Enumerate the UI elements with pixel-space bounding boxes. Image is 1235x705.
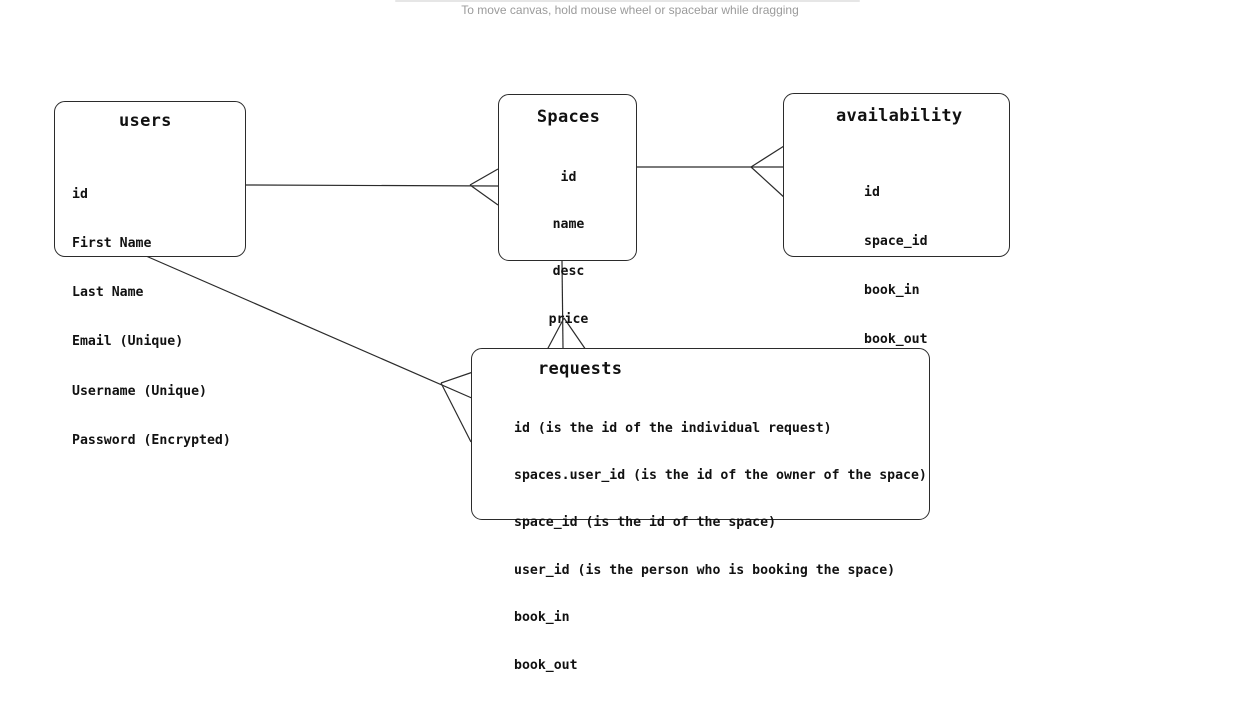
field-row: Password (Encrypted) <box>72 432 231 448</box>
rel-users-spaces <box>245 168 499 206</box>
field-row: book_in <box>864 283 920 299</box>
field-row: name <box>552 216 585 232</box>
field-row: Last Name <box>72 285 144 301</box>
field-row: space_id <box>864 234 928 250</box>
field-row: id (is the id of the individual request) <box>514 420 832 436</box>
field-row: First Name <box>72 236 152 252</box>
field-row: id <box>864 184 880 200</box>
entity-fields: id (is the id of the individual request)… <box>514 389 927 705</box>
field-row: book_in <box>514 610 570 626</box>
entity-users[interactable]: users id First Name Last Name Email (Uni… <box>54 101 246 448</box>
field-row: price <box>548 311 589 327</box>
entity-availability[interactable]: availability id space_id book_in book_ou… <box>783 93 1010 347</box>
entity-title: requests <box>538 359 623 379</box>
field-row: book_out <box>864 332 928 348</box>
field-row: user_id (is the person who is booking th… <box>514 562 896 578</box>
field-row: Username (Unique) <box>72 383 207 399</box>
entity-requests[interactable]: requests id (is the id of the individual… <box>471 348 930 673</box>
entity-title: availability <box>836 106 963 126</box>
field-row: Email (Unique) <box>72 334 184 350</box>
entity-spaces[interactable]: Spaces id name desc price user_id <box>498 94 637 374</box>
entity-title: Spaces <box>536 107 601 127</box>
field-row: desc <box>552 264 585 280</box>
rel-spaces-availability <box>637 145 787 200</box>
field-row: book_out <box>514 657 578 673</box>
field-row: id <box>560 169 577 185</box>
field-row: space_id (is the id of the space) <box>514 515 777 531</box>
entity-title: users <box>119 111 172 131</box>
field-row: id <box>72 186 88 202</box>
entity-fields: id First Name Last Name Email (Unique) U… <box>72 154 231 482</box>
field-row: spaces.user_id (is the id of the owner o… <box>514 467 927 483</box>
